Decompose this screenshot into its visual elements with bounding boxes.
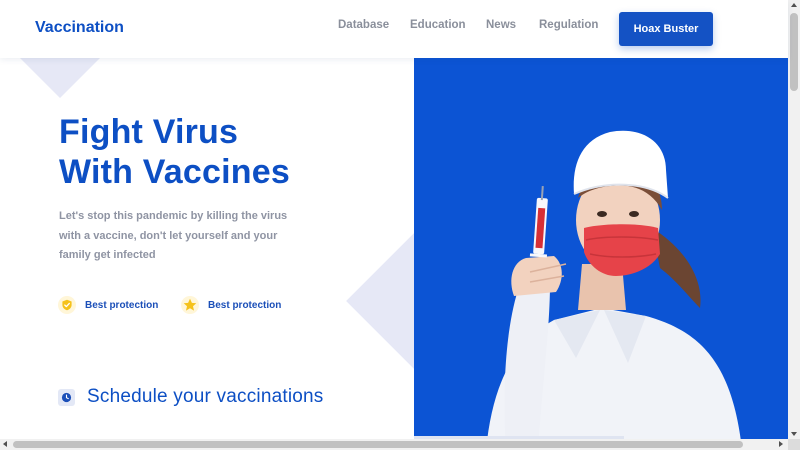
navbar: Vaccination Database Education News Regu… (0, 0, 788, 58)
hero-description: Let's stop this pandemic by killing the … (59, 210, 288, 261)
feature-label: Best protection (85, 299, 159, 311)
feature-item: Best protection (58, 296, 158, 314)
horizontal-scroll-thumb[interactable] (13, 441, 743, 448)
hero-image-panel (414, 58, 788, 450)
vertical-scroll-thumb[interactable] (790, 13, 798, 91)
scroll-right-arrow-icon[interactable] (779, 441, 783, 447)
scroll-down-arrow-icon[interactable] (791, 432, 797, 436)
hero-title-line-1: Fight Virus (59, 113, 239, 151)
feature-item: Best protection (181, 296, 281, 314)
scroll-up-arrow-icon[interactable] (791, 3, 797, 7)
star-icon (181, 296, 199, 314)
hero-title: Fight Virus With Vaccines (59, 112, 290, 192)
nav-link-education[interactable]: Education (410, 19, 466, 31)
feature-label: Best protection (208, 299, 282, 311)
horizontal-scrollbar[interactable] (0, 439, 788, 450)
schedule-heading: Schedule your vaccinations (58, 386, 324, 408)
vertical-scrollbar[interactable] (788, 0, 800, 450)
shield-check-icon (58, 296, 76, 314)
nurse-with-syringe-illustration (486, 130, 742, 450)
clock-icon (58, 388, 75, 406)
nav-link-regulation[interactable]: Regulation (539, 19, 598, 31)
decorative-triangle (20, 58, 100, 98)
scrollbar-corner (788, 439, 800, 450)
nav-link-news[interactable]: News (486, 19, 516, 31)
scroll-left-arrow-icon[interactable] (3, 441, 7, 447)
decorative-diamond (346, 233, 414, 369)
hoax-buster-button[interactable]: Hoax Buster (619, 12, 713, 46)
schedule-title: Schedule your vaccinations (87, 386, 324, 407)
brand-logo[interactable]: Vaccination (35, 19, 124, 37)
nav-link-database[interactable]: Database (338, 19, 389, 31)
hero-title-line-2: With Vaccines (59, 153, 290, 191)
